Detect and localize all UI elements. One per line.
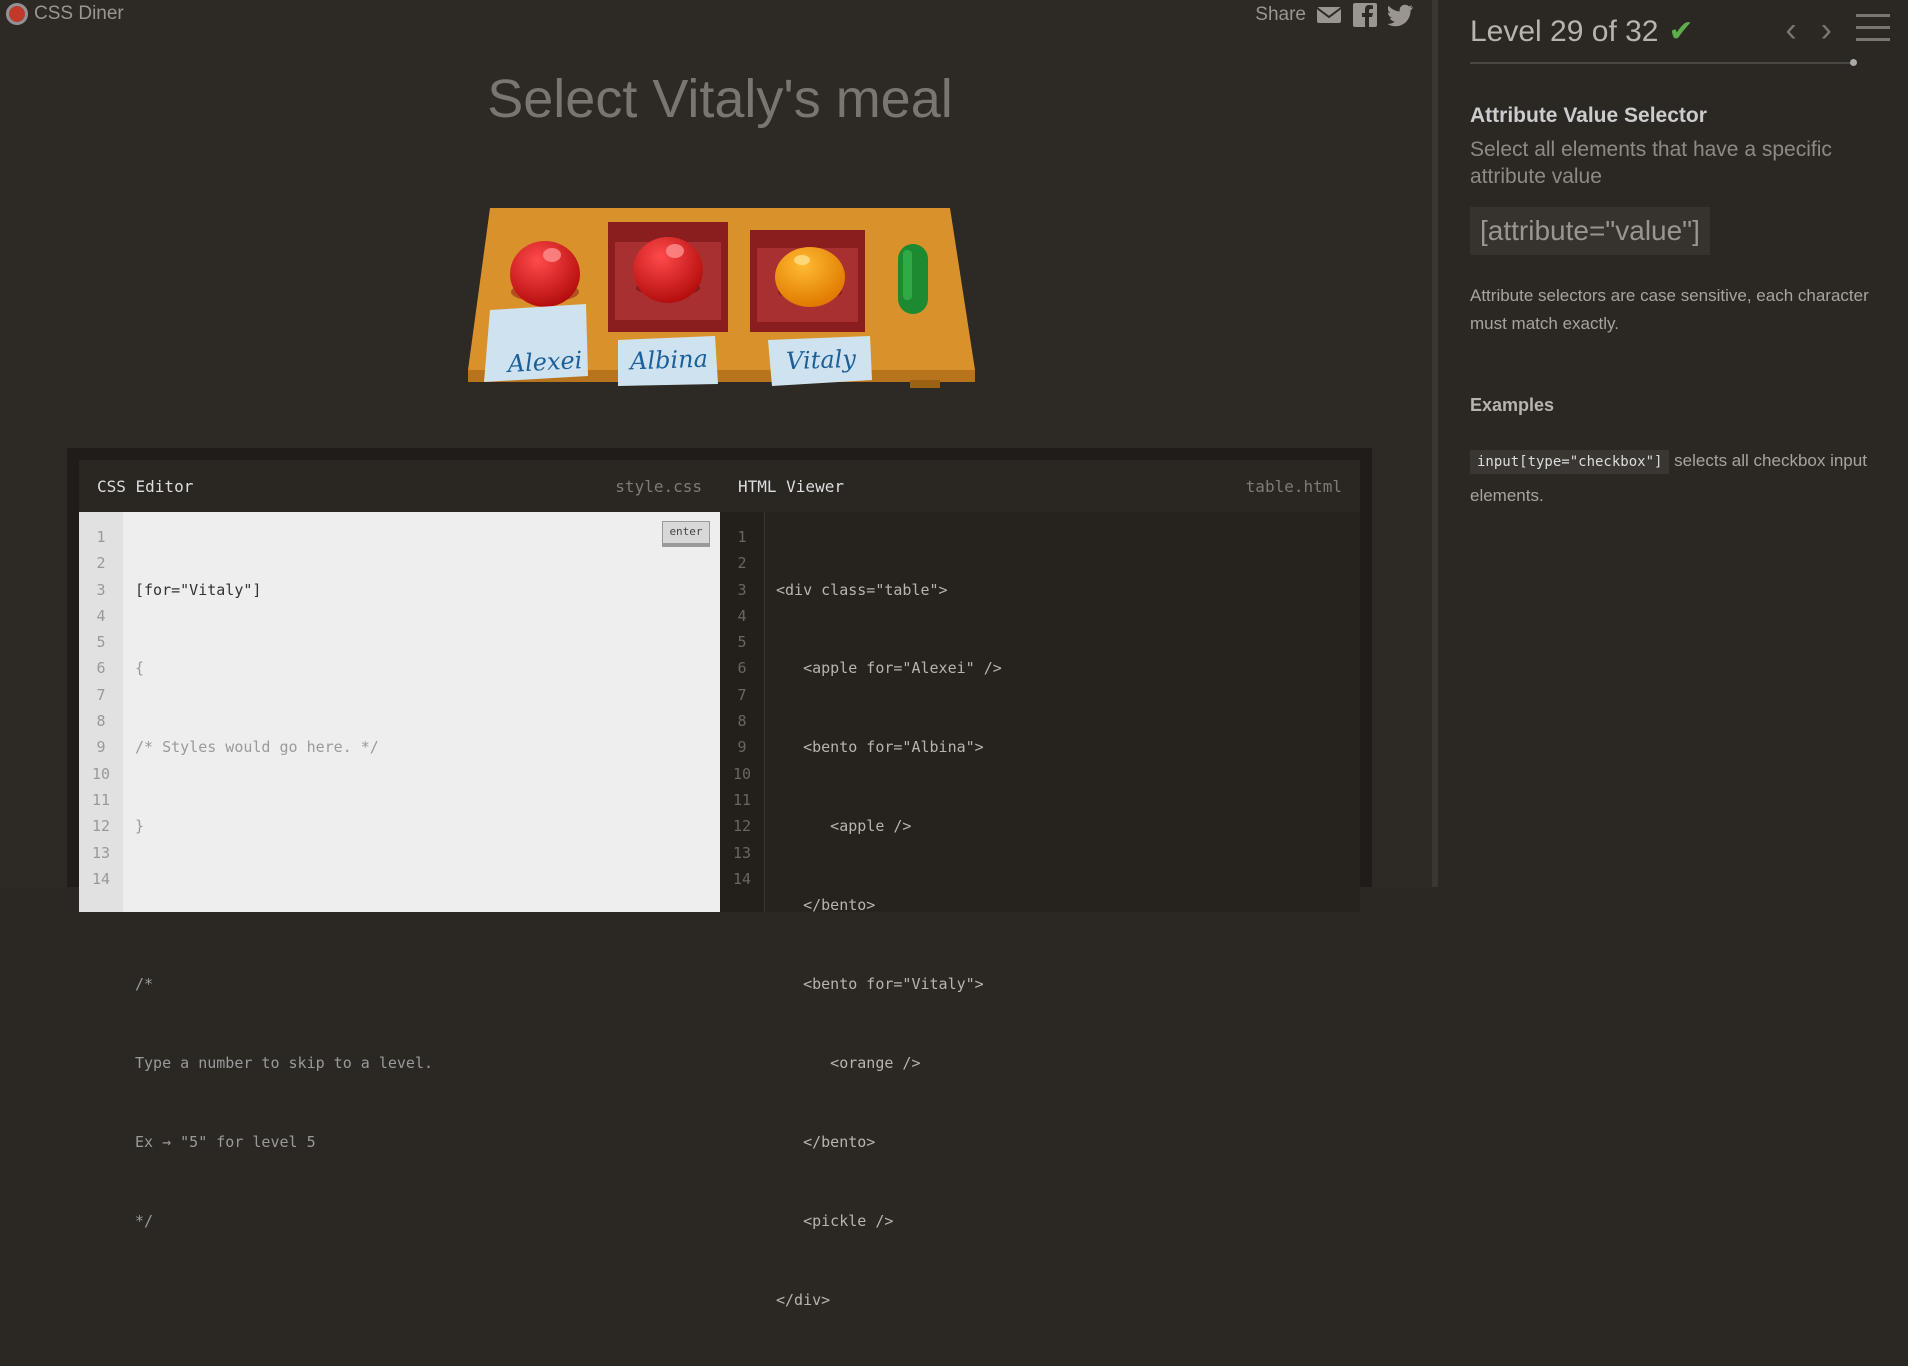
line-number: 3 bbox=[737, 580, 747, 599]
css-line: } bbox=[135, 817, 145, 836]
menu-icon[interactable] bbox=[1856, 12, 1890, 48]
line-number: 12 bbox=[91, 817, 111, 836]
enter-button[interactable]: enter bbox=[662, 521, 710, 547]
css-filename: style.css bbox=[615, 476, 702, 496]
sidebar: Level 29 of 32 ✔ ‹ › Attribute Value Sel… bbox=[1444, 0, 1908, 887]
css-line bbox=[135, 892, 433, 918]
selector-hint: Attribute selectors are case sensitive, … bbox=[1470, 286, 1869, 333]
example-code: input[type="checkbox"] bbox=[1470, 450, 1670, 474]
previous-level-icon[interactable]: ‹ bbox=[1785, 13, 1796, 47]
css-line: */ bbox=[135, 1211, 154, 1230]
example-item: input[type="checkbox"] selects all check… bbox=[1470, 444, 1890, 513]
panel-divider[interactable] bbox=[1432, 0, 1438, 887]
line-number: 8 bbox=[737, 712, 747, 731]
line-number: 13 bbox=[732, 843, 752, 862]
html-line[interactable]: <pickle /> bbox=[776, 1208, 1002, 1234]
share-bar: Share bbox=[1255, 3, 1414, 27]
css-line-number-list: 1 2 3 4 5 6 7 8 9 10 11 12 13 14 bbox=[79, 512, 123, 892]
css-code: [for="Vitaly"] { /* Styles would go here… bbox=[135, 524, 433, 1287]
dinner-table: Alexei Albina Vitaly bbox=[460, 200, 980, 400]
css-editor-title: CSS Editor bbox=[97, 476, 194, 496]
line-number: 12 bbox=[732, 817, 752, 836]
game-area: CSS Diner Share Select Vitaly's meal Ale… bbox=[0, 0, 1432, 1309]
html-viewer-header: HTML Viewer table.html bbox=[720, 460, 1360, 512]
level-instruction: Select Vitaly's meal bbox=[487, 69, 953, 129]
html-line[interactable]: <orange /> bbox=[776, 1050, 1002, 1076]
level-indicator[interactable]: Level 29 of 32 ✔ bbox=[1470, 14, 1694, 49]
css-editor[interactable]: 1 2 3 4 5 6 7 8 9 10 11 12 13 14 [for="Vitaly"] { /* … bbox=[79, 512, 720, 1230]
level-progress-knob bbox=[1850, 59, 1857, 66]
html-line[interactable]: <apple /> bbox=[776, 813, 1002, 839]
line-number: 6 bbox=[737, 659, 747, 678]
selector-title: Attribute Value Selector bbox=[1470, 104, 1707, 127]
line-number: 11 bbox=[732, 790, 752, 809]
line-number: 8 bbox=[96, 712, 106, 731]
selector-syntax: [attribute="value"] bbox=[1470, 207, 1710, 255]
css-line-numbers: 1 2 3 4 5 6 7 8 9 10 11 12 13 14 bbox=[79, 512, 123, 912]
name-tag-alexei: Alexei bbox=[507, 346, 583, 378]
html-filename: table.html bbox=[1245, 476, 1342, 496]
top-bar: CSS Diner Share bbox=[0, 0, 1432, 30]
examples-heading: Examples bbox=[1470, 395, 1555, 415]
level-nav: ‹ › bbox=[1785, 12, 1890, 48]
css-line: Type a number to skip to a level. bbox=[135, 1053, 434, 1072]
css-line: { bbox=[135, 659, 145, 678]
next-level-icon[interactable]: › bbox=[1821, 13, 1832, 47]
share-label: Share bbox=[1255, 4, 1306, 25]
css-editor-header: CSS Editor style.css bbox=[79, 460, 720, 512]
selector-subtitle: Select all elements that have a specific… bbox=[1470, 138, 1832, 188]
editor-panel: CSS Editor style.css HTML Viewer table.h… bbox=[67, 448, 1372, 1309]
line-number: 2 bbox=[96, 554, 106, 573]
line-number: 10 bbox=[91, 764, 111, 783]
level-text: Level 29 of 32 bbox=[1470, 14, 1659, 48]
logo-text: CSS Diner bbox=[34, 3, 124, 24]
css-line: /* Styles would go here. */ bbox=[135, 738, 379, 757]
html-line-number-list: 1 2 3 4 5 6 7 8 9 10 11 12 13 14 bbox=[720, 512, 764, 892]
line-number: 14 bbox=[732, 869, 752, 888]
line-number: 7 bbox=[96, 685, 106, 704]
html-line-numbers: 1 2 3 4 5 6 7 8 9 10 11 12 13 14 bbox=[720, 512, 765, 912]
line-number: 9 bbox=[96, 738, 106, 757]
line-number: 2 bbox=[737, 554, 747, 573]
line-number: 7 bbox=[737, 685, 747, 704]
html-line[interactable]: </bento> bbox=[776, 1129, 1002, 1155]
html-line[interactable]: </bento> bbox=[776, 892, 1002, 918]
logo[interactable]: CSS Diner bbox=[6, 3, 124, 25]
line-number: 5 bbox=[96, 633, 106, 652]
line-number: 10 bbox=[732, 764, 752, 783]
line-number: 9 bbox=[737, 738, 747, 757]
email-icon[interactable] bbox=[1316, 3, 1342, 27]
html-line[interactable]: <div class="table"> bbox=[776, 577, 1002, 603]
html-line[interactable]: <apple for="Alexei" /> bbox=[776, 655, 1002, 681]
line-number: 1 bbox=[96, 528, 106, 546]
checkmark-icon: ✔ bbox=[1668, 15, 1694, 48]
name-tag-albina: Albina bbox=[629, 344, 709, 376]
logo-icon bbox=[6, 3, 28, 25]
twitter-icon[interactable] bbox=[1387, 3, 1414, 27]
line-number: 3 bbox=[96, 580, 106, 599]
css-input[interactable]: [for="Vitaly"] bbox=[135, 577, 433, 603]
html-viewer-title: HTML Viewer bbox=[738, 476, 844, 496]
line-number: 5 bbox=[737, 633, 747, 652]
line-number: 4 bbox=[96, 606, 106, 625]
facebook-icon[interactable] bbox=[1352, 3, 1378, 27]
html-viewer: 1 2 3 4 5 6 7 8 9 10 11 12 13 14 <div class="table"> … bbox=[720, 512, 1360, 1309]
html-code: <div class="table"> <apple for="Alexei" … bbox=[776, 524, 1002, 1366]
line-number: 13 bbox=[91, 843, 111, 862]
name-tag-vitaly: Vitaly bbox=[785, 344, 857, 376]
html-line[interactable]: </div> bbox=[776, 1287, 1002, 1313]
line-number: 11 bbox=[91, 790, 111, 809]
level-progress-bar bbox=[1470, 62, 1850, 64]
css-line: Ex → "5" for level 5 bbox=[135, 1132, 316, 1151]
html-line[interactable]: <bento for="Vitaly"> bbox=[776, 971, 1002, 997]
line-number: 14 bbox=[91, 869, 111, 888]
line-number: 1 bbox=[737, 528, 747, 546]
pickle[interactable] bbox=[898, 244, 928, 314]
html-line[interactable]: <bento for="Albina"> bbox=[776, 734, 1002, 760]
css-line: /* bbox=[135, 975, 154, 994]
line-number: 6 bbox=[96, 659, 106, 678]
line-number: 4 bbox=[737, 606, 747, 625]
